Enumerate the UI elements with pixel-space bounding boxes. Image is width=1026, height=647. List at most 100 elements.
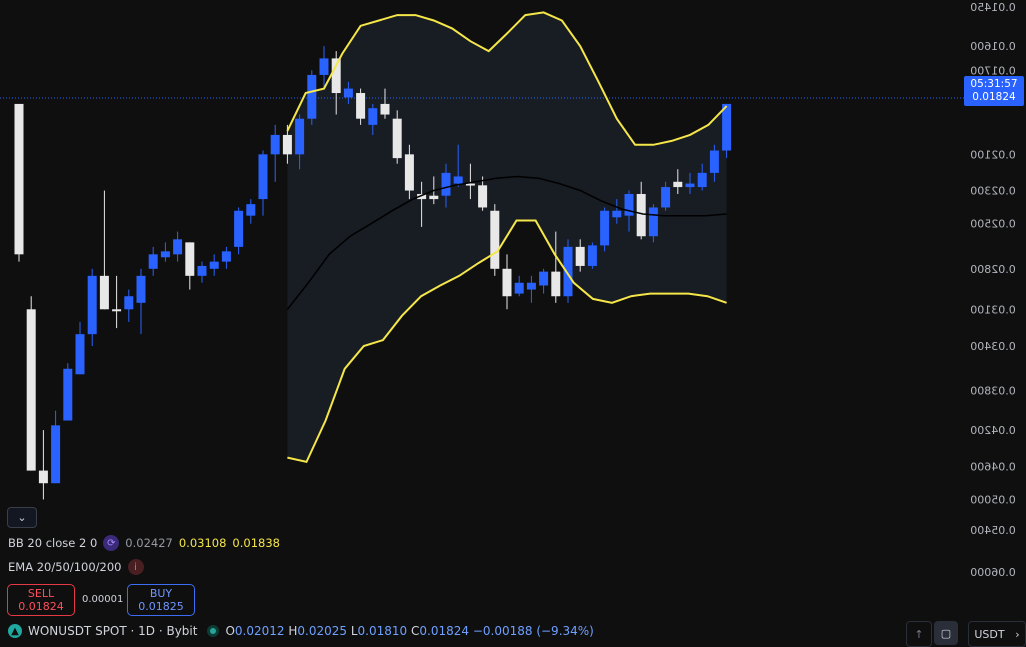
y-axis-tick-label: 0.02500 (970, 218, 1016, 231)
change-value: −0.00188 (−9.34%) (472, 624, 594, 638)
y-axis-tick-label: 0.05400 (970, 524, 1016, 537)
candle-body (514, 282, 524, 294)
candle-body (600, 210, 610, 246)
currency-select[interactable]: USDT › (968, 621, 1026, 647)
y-axis-tick-label: 0.01450 (970, 1, 1016, 14)
candle-body (709, 150, 719, 173)
y-axis-tick-label: 0.06000 (970, 566, 1016, 579)
y-axis-tick-label: 0.03100 (970, 303, 1016, 316)
currency-label: USDT (974, 627, 1005, 641)
candle-body (551, 271, 561, 297)
y-axis-tick-label: 0.01600 (970, 40, 1016, 53)
candle-body (26, 309, 36, 471)
candle-body (685, 183, 695, 188)
candle-body (722, 103, 732, 151)
candle-body (319, 58, 329, 75)
candle-body (197, 265, 207, 276)
layout-button[interactable]: ▢ (934, 621, 958, 645)
countdown-timer: 05:31:57 (970, 78, 1018, 90)
candle-body (612, 210, 622, 218)
arrow-up-button[interactable]: ↑ (906, 621, 932, 647)
low-label: L (350, 624, 358, 638)
candle-body (563, 246, 573, 297)
arrow-up-icon: ↑ (914, 627, 924, 641)
collapse-legend-button[interactable]: ⌄ (7, 507, 37, 528)
candle-body (38, 470, 48, 484)
candle-body (246, 204, 256, 216)
square-icon: ▢ (940, 626, 952, 640)
settings-icon[interactable]: ⟳ (103, 535, 120, 551)
candle-body (112, 309, 122, 312)
bb-mid-value: 0.02427 (125, 536, 173, 550)
symbol-ohlc-row: ▲ WONUSDT SPOT · 1D · Bybit O0.02012 H0.… (8, 624, 594, 638)
candle-body (697, 172, 707, 188)
sell-button[interactable]: SELL 0.01824 (7, 584, 75, 616)
y-axis-tick-label: 0.02300 (970, 185, 1016, 198)
candle-body (185, 242, 195, 276)
candle-body (453, 176, 463, 184)
candle-body (587, 245, 597, 266)
candle-body (99, 275, 109, 310)
candle-body (63, 368, 73, 421)
exchange-logo-icon: ▲ (8, 624, 22, 638)
candle-body (380, 103, 390, 115)
open-label: O (225, 624, 235, 638)
bb-label: BB 20 close 2 0 (8, 536, 98, 550)
candle-body (51, 425, 61, 484)
y-axis-tick-label: 0.04200 (970, 424, 1016, 437)
candle-body (673, 181, 683, 188)
candle-body (258, 154, 268, 200)
candle-body (87, 275, 97, 335)
candle-body (404, 154, 414, 191)
candle-body (575, 246, 585, 266)
chevron-right-icon: › (1015, 627, 1020, 641)
current-price-tag: 05:31:57 0.01824 (964, 76, 1024, 106)
info-icon[interactable]: i (127, 559, 144, 575)
candle-body (234, 210, 244, 247)
y-axis-tick-label: 0.03400 (970, 340, 1016, 353)
candle-body (539, 271, 549, 286)
candle-body (624, 193, 634, 216)
buy-label: BUY (149, 587, 173, 600)
low-value: 0.01810 (357, 624, 408, 638)
candle-body (429, 195, 439, 200)
chevron-down-icon: ⌄ (17, 511, 27, 524)
buy-button[interactable]: BUY 0.01825 (127, 584, 195, 616)
candle-body (343, 88, 353, 98)
candle-body (478, 185, 488, 208)
sell-label: SELL (27, 587, 55, 600)
y-axis-tick-label: 0.02800 (970, 263, 1016, 276)
y-axis-tick-label: 0.02100 (970, 148, 1016, 161)
bb-legend[interactable]: BB 20 close 2 0 ⟳ 0.02427 0.03108 0.0183… (8, 535, 280, 551)
candle-body (526, 282, 536, 290)
candle-body (295, 118, 305, 155)
candle-body (136, 275, 146, 303)
open-value: 0.02012 (234, 624, 285, 638)
bb-lower-value: 0.01838 (232, 536, 280, 550)
candle-body (160, 251, 170, 258)
candle-body (307, 74, 317, 119)
candle-body (648, 207, 658, 237)
close-value: 0.01824 (419, 624, 469, 638)
symbol-title[interactable]: WONUSDT SPOT · 1D · Bybit (28, 624, 197, 638)
candle-body (148, 254, 158, 269)
candle-body (221, 251, 231, 262)
market-status-icon (207, 625, 220, 637)
candle-body (209, 261, 219, 269)
spread-value: 0.00001 (82, 594, 124, 605)
candle-body (173, 239, 183, 255)
y-axis-tick-label: 0.03800 (970, 384, 1016, 397)
ema-legend[interactable]: EMA 20/50/100/200 i (8, 559, 144, 575)
candle-body (441, 172, 451, 196)
candle-body (356, 93, 366, 119)
candle-body (282, 134, 292, 155)
candle-body (661, 187, 671, 208)
high-value: 0.02025 (297, 624, 348, 638)
y-axis-tick-label: 0.05000 (970, 493, 1016, 506)
sell-price: 0.01824 (18, 600, 64, 613)
current-price: 0.01824 (972, 91, 1016, 103)
y-axis-tick-label: 0.04600 (970, 460, 1016, 473)
candle-body (502, 268, 512, 297)
ema-label: EMA 20/50/100/200 (8, 560, 122, 574)
candle-body (368, 108, 378, 125)
